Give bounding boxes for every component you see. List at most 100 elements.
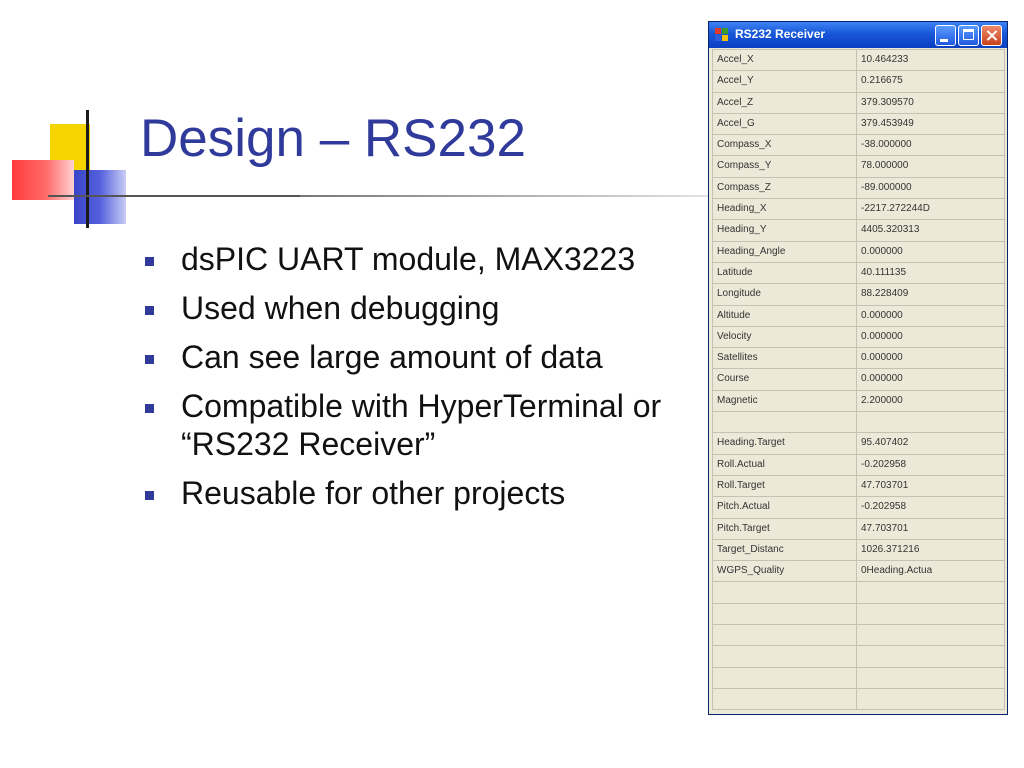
grid-cell-value[interactable]: [856, 624, 1005, 647]
grid-cell-key[interactable]: Course: [712, 368, 857, 391]
grid-row[interactable]: [712, 687, 1005, 711]
grid-row[interactable]: Latitude 40.111135: [712, 261, 1005, 285]
grid-row[interactable]: Magnetic 2.200000: [712, 389, 1005, 413]
grid-cell-key[interactable]: Compass_Y: [712, 155, 857, 178]
grid-cell-value[interactable]: [856, 581, 1005, 604]
grid-row[interactable]: Target_Distanc 1026.371216: [712, 538, 1005, 562]
grid-row[interactable]: Altitude 0.000000: [712, 304, 1005, 327]
grid-row[interactable]: [712, 624, 1005, 647]
grid-cell-key[interactable]: [712, 687, 857, 711]
window-titlebar[interactable]: RS232 Receiver: [709, 22, 1007, 48]
grid-cell-value[interactable]: 47.703701: [856, 517, 1005, 540]
grid-cell-value[interactable]: 379.309570: [856, 91, 1005, 114]
grid-cell-key[interactable]: [712, 411, 857, 434]
grid-cell-key[interactable]: [712, 581, 857, 604]
grid-row[interactable]: Course 0.000000: [712, 368, 1005, 391]
grid-cell-key[interactable]: [712, 602, 857, 626]
grid-cell-key[interactable]: Accel_Z: [712, 91, 857, 114]
grid-cell-key[interactable]: Longitude: [712, 283, 857, 306]
grid-cell-key[interactable]: Heading_Angle: [712, 240, 857, 263]
grid-row[interactable]: Compass_X -38.000000: [712, 134, 1005, 157]
grid-row[interactable]: [712, 645, 1005, 668]
grid-row[interactable]: Velocity 0.000000: [712, 325, 1005, 349]
grid-cell-value[interactable]: 0.000000: [856, 304, 1005, 327]
grid-cell-key[interactable]: Latitude: [712, 261, 857, 285]
grid-row[interactable]: [712, 411, 1005, 434]
grid-row[interactable]: Heading_Angle 0.000000: [712, 240, 1005, 263]
maximize-button[interactable]: [958, 25, 979, 46]
grid-cell-value[interactable]: 379.453949: [856, 112, 1005, 136]
grid-cell-key[interactable]: Accel_G: [712, 112, 857, 136]
grid-cell-value[interactable]: 0.000000: [856, 347, 1005, 370]
grid-cell-key[interactable]: Magnetic: [712, 389, 857, 413]
grid-cell-key[interactable]: Compass_X: [712, 134, 857, 157]
grid-cell-key[interactable]: Pitch.Actual: [712, 496, 857, 519]
grid-cell-value[interactable]: [856, 666, 1005, 689]
grid-cell-value[interactable]: 0.000000: [856, 240, 1005, 263]
grid-row[interactable]: Satellites 0.000000: [712, 347, 1005, 370]
grid-cell-value[interactable]: 0.000000: [856, 368, 1005, 391]
grid-row[interactable]: Accel_G 379.453949: [712, 112, 1005, 136]
grid-row[interactable]: [712, 581, 1005, 604]
grid-row[interactable]: Heading_Y 4405.320313: [712, 219, 1005, 242]
grid-cell-value[interactable]: 0.216675: [856, 70, 1005, 93]
grid-row[interactable]: Accel_Y 0.216675: [712, 70, 1005, 93]
grid-cell-value[interactable]: 47.703701: [856, 474, 1005, 498]
grid-cell-value[interactable]: 0.000000: [856, 325, 1005, 349]
grid-row[interactable]: Roll.Target 47.703701: [712, 474, 1005, 498]
grid-row[interactable]: [712, 602, 1005, 626]
grid-cell-key[interactable]: Accel_X: [712, 48, 857, 72]
minimize-button[interactable]: [935, 25, 956, 46]
grid-cell-value[interactable]: -38.000000: [856, 134, 1005, 157]
grid-row[interactable]: WGPS_Quality 0Heading.Actua: [712, 560, 1005, 583]
grid-cell-key[interactable]: Heading_Y: [712, 219, 857, 242]
grid-cell-value[interactable]: 4405.320313: [856, 219, 1005, 242]
grid-row[interactable]: Pitch.Target 47.703701: [712, 517, 1005, 540]
grid-cell-key[interactable]: Roll.Actual: [712, 453, 857, 476]
grid-cell-value[interactable]: 40.111135: [856, 261, 1005, 285]
grid-cell-key[interactable]: WGPS_Quality: [712, 560, 857, 583]
grid-row[interactable]: Accel_X 10.464233: [712, 48, 1005, 72]
grid-row[interactable]: Compass_Z -89.000000: [712, 176, 1005, 200]
grid-row[interactable]: [712, 666, 1005, 689]
grid-cell-key[interactable]: [712, 645, 857, 668]
grid-cell-value[interactable]: 2.200000: [856, 389, 1005, 413]
grid-row[interactable]: Accel_Z 379.309570: [712, 91, 1005, 114]
grid-row[interactable]: Pitch.Actual -0.202958: [712, 496, 1005, 519]
grid-row[interactable]: Heading_X -2217.272244D: [712, 198, 1005, 221]
grid-cell-key[interactable]: Velocity: [712, 325, 857, 349]
grid-cell-value[interactable]: [856, 645, 1005, 668]
grid-cell-key[interactable]: Accel_Y: [712, 70, 857, 93]
grid-cell-value[interactable]: 1026.371216: [856, 538, 1005, 562]
grid-cell-key[interactable]: Target_Distanc: [712, 538, 857, 562]
grid-cell-value[interactable]: 78.000000: [856, 155, 1005, 178]
grid-cell-key[interactable]: Satellites: [712, 347, 857, 370]
grid-cell-value[interactable]: 88.228409: [856, 283, 1005, 306]
grid-cell-value[interactable]: [856, 602, 1005, 626]
grid-row[interactable]: Compass_Y 78.000000: [712, 155, 1005, 178]
close-button[interactable]: [981, 25, 1002, 46]
grid-row[interactable]: Heading.Target 95.407402: [712, 432, 1005, 455]
grid-cell-value[interactable]: -0.202958: [856, 496, 1005, 519]
grid-cell-value[interactable]: [856, 411, 1005, 434]
grid-cell-value[interactable]: -2217.272244D: [856, 198, 1005, 221]
grid-cell-key[interactable]: Pitch.Target: [712, 517, 857, 540]
grid-cell-value[interactable]: 0Heading.Actua: [856, 560, 1005, 583]
bullet-text: Can see large amount of data: [181, 339, 603, 375]
grid-cell-value[interactable]: 95.407402: [856, 432, 1005, 455]
grid-cell-value[interactable]: -0.202958: [856, 453, 1005, 476]
grid-cell-key[interactable]: Heading.Target: [712, 432, 857, 455]
grid-cell-key[interactable]: Compass_Z: [712, 176, 857, 200]
grid-cell-key[interactable]: Altitude: [712, 304, 857, 327]
grid-row[interactable]: Longitude 88.228409: [712, 283, 1005, 306]
grid-row[interactable]: Roll.Actual -0.202958: [712, 453, 1005, 476]
grid-cell-value[interactable]: -89.000000: [856, 176, 1005, 200]
grid-cell-key[interactable]: Heading_X: [712, 198, 857, 221]
grid-cell-key[interactable]: Roll.Target: [712, 474, 857, 498]
grid-cell-key[interactable]: [712, 624, 857, 647]
grid-cell-key[interactable]: [712, 666, 857, 689]
bullet-text: Used when debugging: [181, 290, 500, 326]
bullet-item: Compatible with HyperTerminal or “RS232 …: [145, 387, 665, 463]
grid-cell-value[interactable]: [856, 687, 1005, 711]
grid-cell-value[interactable]: 10.464233: [856, 48, 1005, 72]
